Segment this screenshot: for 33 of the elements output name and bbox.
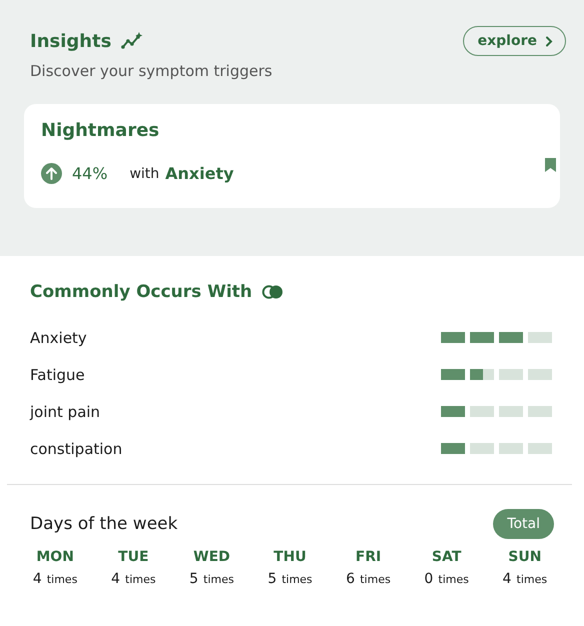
weekday-label: WED xyxy=(193,549,230,565)
symptom-label: constipation xyxy=(30,440,122,458)
overlapping-circles-icon xyxy=(262,285,284,299)
chevron-right-icon xyxy=(545,36,553,46)
weekday-label: TUE xyxy=(118,549,149,565)
weekday-label: SUN xyxy=(508,549,542,565)
section-title: Commonly Occurs With xyxy=(30,282,252,302)
weekday-label: FRI xyxy=(356,549,382,565)
weekday-label: THU xyxy=(274,549,306,565)
insights-title: Insights xyxy=(30,30,112,52)
day-count: 5 times xyxy=(268,570,312,587)
day-count: 4 times xyxy=(32,570,78,587)
explore-button[interactable]: explore xyxy=(462,26,566,56)
total-button[interactable]: Total xyxy=(493,509,554,539)
day-count: 4 times xyxy=(111,570,156,587)
weekday-label: MON xyxy=(36,549,74,565)
weekday-label: SAT xyxy=(432,549,462,565)
sparkle-chart-icon xyxy=(121,32,144,50)
section-title: Days of the week xyxy=(30,514,178,534)
symptom-label: Fatigue xyxy=(30,366,85,384)
day-count: 6 times xyxy=(346,570,391,587)
symptom-name: Nightmares xyxy=(41,120,160,141)
with-label: with xyxy=(130,166,160,182)
symptom-label: joint pain xyxy=(30,402,100,420)
percent-value: 44% xyxy=(72,164,108,183)
day-count: 0 times xyxy=(424,570,469,587)
symptom-label: Anxiety xyxy=(30,328,87,346)
insight-card[interactable]: Nightmares 44% with Anxiety xyxy=(24,104,560,208)
day-count: 4 times xyxy=(502,570,548,587)
bookmark-icon[interactable] xyxy=(545,158,556,172)
insights-subtitle: Discover your symptom triggers xyxy=(30,62,274,80)
day-count: 5 times xyxy=(189,570,234,587)
related-symptom: Anxiety xyxy=(165,164,234,183)
